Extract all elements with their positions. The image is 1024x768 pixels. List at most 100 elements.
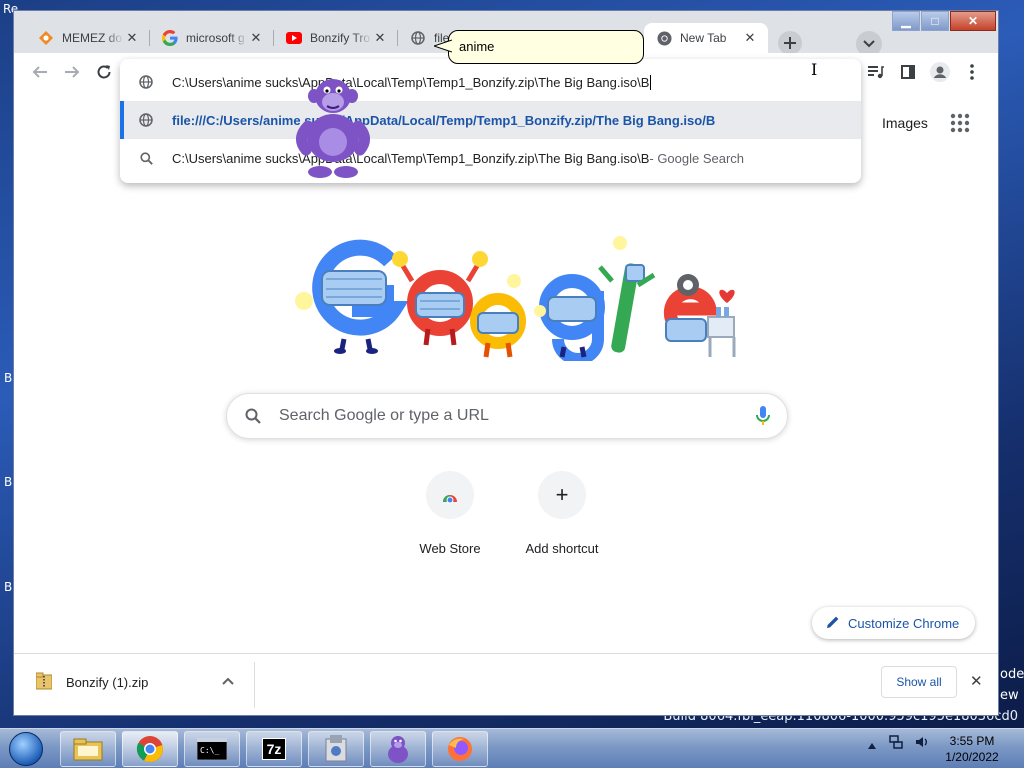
desktop-text-fragment: ew <box>1000 688 1019 703</box>
voice-search-icon[interactable] <box>739 406 787 426</box>
taskbar-installer-button[interactable] <box>308 731 364 767</box>
close-tab-icon[interactable]: ✕ <box>124 30 140 46</box>
reload-button[interactable] <box>94 62 114 82</box>
close-tab-icon[interactable]: ✕ <box>372 30 388 46</box>
pencil-icon <box>826 615 840 632</box>
download-shelf: Bonzify (1).zip Show all ✕ <box>14 653 998 715</box>
images-link[interactable]: Images <box>882 115 928 131</box>
search-icon <box>227 408 279 424</box>
balloon-tail <box>434 39 452 53</box>
google-doodle[interactable] <box>282 221 762 361</box>
bonzi-icon <box>388 736 408 763</box>
tab-title: microsoft g <box>186 31 245 45</box>
shortcut-add[interactable]: + Add shortcut <box>506 471 618 556</box>
seven-zip-icon: 7z <box>261 738 287 760</box>
back-button[interactable] <box>30 62 50 82</box>
back-arrow-icon <box>32 66 47 78</box>
shortcut-label: Add shortcut <box>525 541 599 556</box>
show-hidden-icons[interactable] <box>868 738 879 752</box>
volume-icon[interactable] <box>915 737 929 752</box>
avatar-icon <box>930 62 950 82</box>
taskbar: C:\_ 7z 3:55 PM 1/20/2022 <box>0 728 1024 768</box>
chevron-up-icon[interactable] <box>222 674 234 688</box>
tab-bonzify-youtube[interactable]: Bonzify Tro ✕ <box>274 23 398 53</box>
playlist-icon <box>868 66 884 79</box>
profile-button[interactable] <box>930 62 950 82</box>
divider <box>254 662 255 708</box>
taskbar-chrome-button[interactable] <box>122 731 178 767</box>
side-panel-button[interactable] <box>898 62 918 82</box>
selection-indicator <box>120 101 124 139</box>
search-icon <box>120 151 172 165</box>
network-icon[interactable] <box>889 735 906 752</box>
media-control-button[interactable] <box>866 62 886 82</box>
reload-icon <box>97 65 111 79</box>
bonzi-speech-balloon: anime <box>448 30 644 64</box>
globe-icon <box>120 113 172 127</box>
omnibox-suggestion[interactable]: C:\Users\anime sucks\AppData\Local\Temp\… <box>120 139 861 177</box>
clock-date: 1/20/2022 <box>945 750 999 764</box>
download-filename: Bonzify (1).zip <box>66 675 149 690</box>
google-g-icon <box>162 30 178 46</box>
globe-icon <box>120 75 172 89</box>
search-placeholder: Search Google or type a URL <box>279 407 489 424</box>
text-cursor: I <box>811 60 818 79</box>
close-tab-icon[interactable]: ✕ <box>248 30 264 46</box>
forward-arrow-icon <box>65 66 80 78</box>
chevron-down-icon <box>863 40 875 48</box>
shortcut-label: Web Store <box>419 541 481 556</box>
web-store-icon <box>426 471 474 519</box>
new-tab-button[interactable] <box>778 31 802 55</box>
add-shortcut-icon: + <box>538 471 586 519</box>
taskbar-explorer-button[interactable] <box>60 731 116 767</box>
download-item[interactable]: Bonzify (1).zip <box>35 672 149 693</box>
omnibox-dropdown: C:\Users\anime sucks\AppData\Local\Temp\… <box>120 59 861 183</box>
windows-logo-icon <box>9 732 43 766</box>
taskbar-bonzi-button[interactable] <box>370 731 426 767</box>
shortcut-web-store[interactable]: Web Store <box>394 471 506 556</box>
system-tray <box>868 735 929 752</box>
desktop-edge-label: B <box>4 580 13 594</box>
suggestion-url: file:///C:/Users/anime sucks/AppData/Loc… <box>172 112 716 128</box>
kebab-menu-icon <box>970 64 974 80</box>
tab-title: MEMEZ do <box>62 31 123 45</box>
customize-label: Customize Chrome <box>848 615 960 631</box>
plus-icon <box>784 37 796 49</box>
taskbar-firefox-button[interactable] <box>432 731 488 767</box>
doodle-letter-l-green <box>598 263 656 353</box>
firefox-icon <box>448 737 472 761</box>
doodle-letter-e <box>663 274 736 357</box>
globe-icon <box>410 30 426 46</box>
customize-chrome-button[interactable]: Customize Chrome <box>812 607 976 639</box>
chrome-icon <box>656 30 672 46</box>
clock[interactable]: 3:55 PM 1/20/2022 <box>930 733 1014 765</box>
menu-button[interactable] <box>962 62 982 82</box>
tab-microsoft[interactable]: microsoft g ✕ <box>150 23 274 53</box>
suggestion-suffix: - Google Search <box>649 150 745 166</box>
memez-icon <box>38 30 54 46</box>
omnibox-input[interactable]: C:\Users\anime sucks\AppData\Local\Temp\… <box>120 63 861 101</box>
taskbar-7zip-button[interactable]: 7z <box>246 731 302 767</box>
zip-folder-icon <box>35 672 53 693</box>
youtube-icon <box>286 30 302 46</box>
google-apps-button[interactable] <box>950 113 970 138</box>
doodle-letter-g <box>312 239 409 354</box>
text-caret <box>650 74 652 90</box>
chrome-window: ▁ □ ✕ MEMEZ do ✕ microsoft g ✕ Bonzify T… <box>13 10 999 716</box>
tab-title: New Tab <box>680 31 727 45</box>
show-all-button[interactable]: Show all <box>881 666 957 698</box>
tab-title: Bonzify Tro <box>310 31 371 45</box>
close-tab-icon[interactable]: ✕ <box>742 30 758 46</box>
desktop-edge-label: B <box>4 475 13 489</box>
ntp-search-box[interactable]: Search Google or type a URL <box>226 393 788 439</box>
omnibox-suggestion[interactable]: file:///C:/Users/anime sucks/AppData/Loc… <box>120 101 861 139</box>
tab-new-tab[interactable]: New Tab ✕ <box>644 23 768 53</box>
installer-icon <box>325 735 347 762</box>
close-download-shelf-icon[interactable]: ✕ <box>970 672 983 690</box>
forward-button[interactable] <box>62 62 82 82</box>
start-button[interactable] <box>4 730 48 768</box>
chrome-icon <box>136 736 163 762</box>
bonzi-buddy-character[interactable] <box>292 68 374 182</box>
taskbar-cmd-button[interactable]: C:\_ <box>184 731 240 767</box>
tab-memez[interactable]: MEMEZ do ✕ <box>26 23 150 53</box>
